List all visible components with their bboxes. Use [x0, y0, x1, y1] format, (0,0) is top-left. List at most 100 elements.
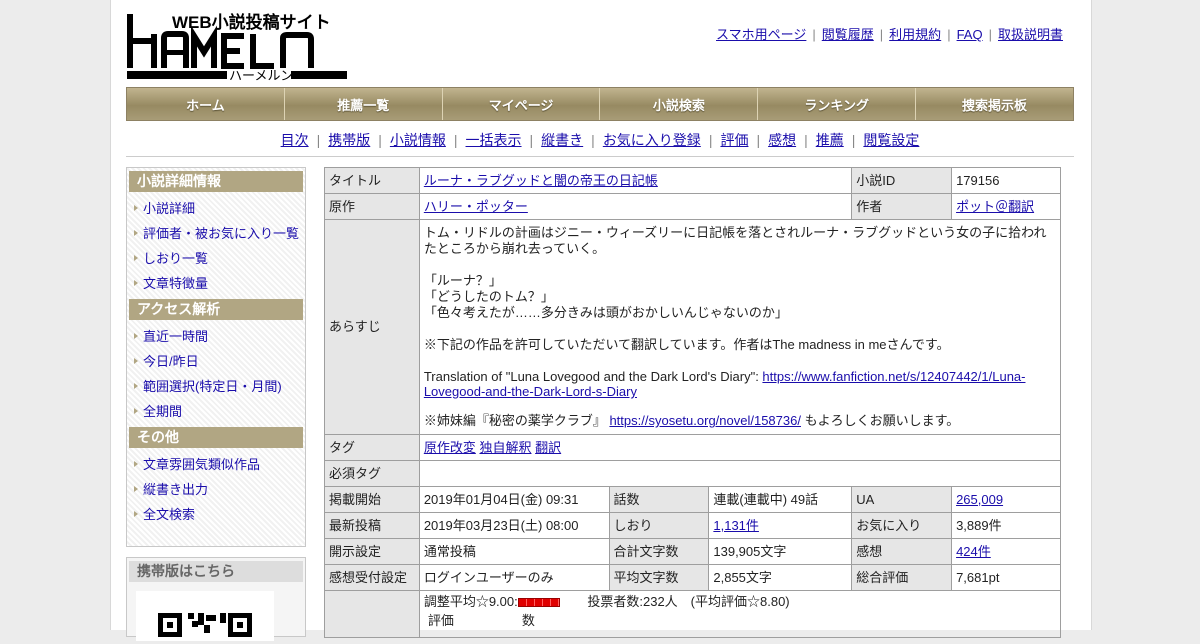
tag-link[interactable]: 独自解釈	[479, 440, 531, 455]
separator: |	[804, 132, 808, 148]
table-row: タグ 原作改変 独自解釈 翻訳	[324, 434, 1062, 461]
sidebar-link-raters[interactable]: 評価者・被お気に入り一覧	[143, 226, 299, 241]
avg-chars-label: 平均文字数	[608, 564, 710, 591]
subnav-toc[interactable]: 目次	[281, 132, 309, 148]
table-row: あらすじ トム・リドルの計画はジニー・ウィーズリーに日記帳を落とされルーナ・ラブ…	[324, 219, 1062, 435]
required-tags-label: 必須タグ	[324, 460, 420, 487]
table-row: 原作 ハリー・ポッター 作者 ポット＠翻訳	[324, 193, 1061, 220]
page-container: WEB小説投稿サイト ハーメルン スマホ用ページ | 閲覧履歴 | 利用規約 | FAQ | 取…	[110, 0, 1092, 641]
mobile-version-box: 携帯版はこちら	[126, 557, 306, 641]
sidebar-link-similar[interactable]: 文章雰囲気類似作品	[143, 457, 260, 472]
sidebar-link-fulltext-search[interactable]: 全文検索	[143, 507, 195, 522]
rating-label-cell	[324, 590, 420, 638]
table-row: 掲載開始 2019年01月04日(金) 09:31 話数 連載(連載中) 49話…	[324, 486, 1061, 513]
subnav-add-favorite[interactable]: お気に入り登録	[603, 132, 701, 148]
avg-chars-value: 2,855文字	[708, 564, 853, 591]
nav-search-board[interactable]: 捜索掲示板	[916, 88, 1073, 120]
sidebar-link-text-features[interactable]: 文章特徴量	[143, 276, 208, 291]
subnav-novel-info[interactable]: 小説情報	[390, 132, 446, 148]
subnav-vertical[interactable]: 縦書き	[541, 132, 583, 148]
sidebar-item: 全期間	[127, 399, 305, 424]
required-tags-cell	[418, 460, 1062, 487]
logo-kana-text: ハーメルン	[229, 68, 293, 82]
header-link-mobile[interactable]: スマホ用ページ	[716, 27, 806, 42]
rating-col-header: 評価	[427, 613, 454, 628]
sidebar-heading-access: アクセス解析	[129, 299, 303, 320]
sidebar-heading-other: その他	[129, 427, 303, 448]
subnav-recommend[interactable]: 推薦	[816, 132, 844, 148]
sidebar-link-today-yesterday[interactable]: 今日/昨日	[143, 354, 199, 369]
header-link-manual[interactable]: 取扱説明書	[998, 27, 1063, 42]
original-work-link[interactable]: ハリー・ポッター	[424, 199, 528, 214]
header-link-faq[interactable]: FAQ	[957, 27, 983, 42]
tags-cell: 原作改変 独自解釈 翻訳	[418, 434, 1062, 461]
ua-link[interactable]: 265,009	[956, 492, 1003, 507]
novel-info-table: タイトル ルーナ・ラブグッドと闇の帝王の日記帳 小説ID 179156 原作 ハ…	[324, 167, 1062, 638]
bookmarks-link[interactable]: 1,131件	[713, 518, 759, 533]
synopsis-dialogue: 「ルーナ？」	[423, 273, 502, 288]
separator: |	[591, 132, 595, 148]
total-chars-label: 合計文字数	[608, 538, 710, 565]
synopsis-sister-work: ※姉妹編『秘密の薬学クラブ』 https://syosetu.org/novel…	[424, 413, 1056, 429]
review-accept-value: ログインユーザーのみ	[418, 564, 610, 591]
nav-mypage[interactable]: マイページ	[442, 88, 601, 120]
tag-link[interactable]: 原作改変	[424, 440, 476, 455]
author-link[interactable]: ポット＠翻訳	[956, 199, 1034, 214]
original-cell: ハリー・ポッター	[418, 193, 853, 220]
synopsis-translation: Translation of "Luna Lovegood and the Da…	[424, 369, 1056, 399]
subnav-reading-settings[interactable]: 閲覧設定	[863, 132, 919, 148]
sidebar-link-range[interactable]: 範囲選択(特定日・月間)	[143, 379, 282, 394]
header-links: スマホ用ページ | 閲覧履歴 | 利用規約 | FAQ | 取扱説明書	[716, 24, 1063, 43]
chapters-label: 話数	[608, 486, 710, 513]
synopsis-label: あらすじ	[324, 219, 420, 435]
subnav-mobile[interactable]: 携帯版	[328, 132, 370, 148]
subnav-reviews[interactable]: 感想	[768, 132, 796, 148]
sidebar-link-last-hour[interactable]: 直近一時間	[143, 329, 208, 344]
sidebar-link-bookmarks[interactable]: しおり一覧	[143, 251, 208, 266]
sidebar-item: 今日/昨日	[127, 349, 305, 374]
logo-web-text: WEB小説投稿サイト	[172, 12, 331, 32]
ua-cell: 265,009	[951, 486, 1061, 513]
sister-work-link[interactable]: https://syosetu.org/novel/158736/	[609, 413, 801, 428]
title-cell: ルーナ・ラブグッドと闇の帝王の日記帳	[418, 167, 853, 194]
nav-recommendations[interactable]: 推薦一覧	[284, 88, 443, 120]
novel-id-value: 179156	[951, 167, 1061, 194]
bookmarks-label: しおり	[608, 512, 710, 539]
nav-novel-search[interactable]: 小説検索	[600, 88, 759, 120]
header-link-history[interactable]: 閲覧履歴	[822, 27, 874, 42]
qr-graphic	[158, 613, 252, 637]
sidebar-item: 文章特徴量	[127, 271, 305, 296]
overall-value: 7,681pt	[951, 564, 1061, 591]
qr-code-icon[interactable]	[136, 591, 274, 641]
novel-title-link[interactable]: ルーナ・ラブグッドと闇の帝王の日記帳	[424, 173, 658, 188]
site-logo[interactable]: WEB小説投稿サイト ハーメルン	[126, 8, 348, 83]
sidebar-item: 評価者・被お気に入り一覧	[127, 221, 305, 246]
nav-home[interactable]: ホーム	[127, 88, 285, 120]
sidebar-link-vertical-output[interactable]: 縦書き出力	[143, 482, 208, 497]
tag-link[interactable]: 翻訳	[535, 440, 561, 455]
synopsis-cell: トム・リドルの計画はジニー・ウィーズリーに日記帳を落とされルーナ・ラブグッドとい…	[418, 219, 1062, 435]
header-link-terms[interactable]: 利用規約	[889, 27, 941, 42]
table-row: 必須タグ	[324, 460, 1062, 487]
sidebar-item: 直近一時間	[127, 324, 305, 349]
separator: |	[812, 27, 816, 42]
table-row: 調整平均☆9.00: 投票者数:232人 (平均評価☆8.80) 評価 数	[324, 590, 1062, 638]
author-label: 作者	[851, 193, 953, 220]
sidebar-link-all-time[interactable]: 全期間	[143, 404, 182, 419]
sidebar-list-other: 文章雰囲気類似作品 縦書き出力 全文検索	[127, 452, 305, 527]
rating-average: 調整平均☆9.00:	[423, 594, 518, 609]
reviews-link[interactable]: 424件	[956, 544, 991, 559]
rating-cell: 調整平均☆9.00: 投票者数:232人 (平均評価☆8.80) 評価 数	[418, 590, 1062, 638]
synopsis-dialogue: 「色々考えたが……多分きみは頭がおかしいんじゃないのか」	[423, 305, 788, 320]
reviews-label: 感想	[851, 538, 953, 565]
mobile-heading: 携帯版はこちら	[129, 561, 303, 582]
divider	[126, 156, 1074, 157]
sidebar-link-novel-detail[interactable]: 小説詳細	[143, 201, 195, 216]
start-value: 2019年01月04日(金) 09:31	[418, 486, 610, 513]
subnav-show-all[interactable]: 一括表示	[466, 132, 522, 148]
title-label: タイトル	[324, 167, 420, 194]
subnav-rate[interactable]: 評価	[720, 132, 748, 148]
latest-value: 2019年03月23日(土) 08:00	[418, 512, 610, 539]
sister-prefix: ※姉妹編『秘密の薬学クラブ』	[423, 413, 610, 428]
nav-ranking[interactable]: ランキング	[758, 88, 917, 120]
